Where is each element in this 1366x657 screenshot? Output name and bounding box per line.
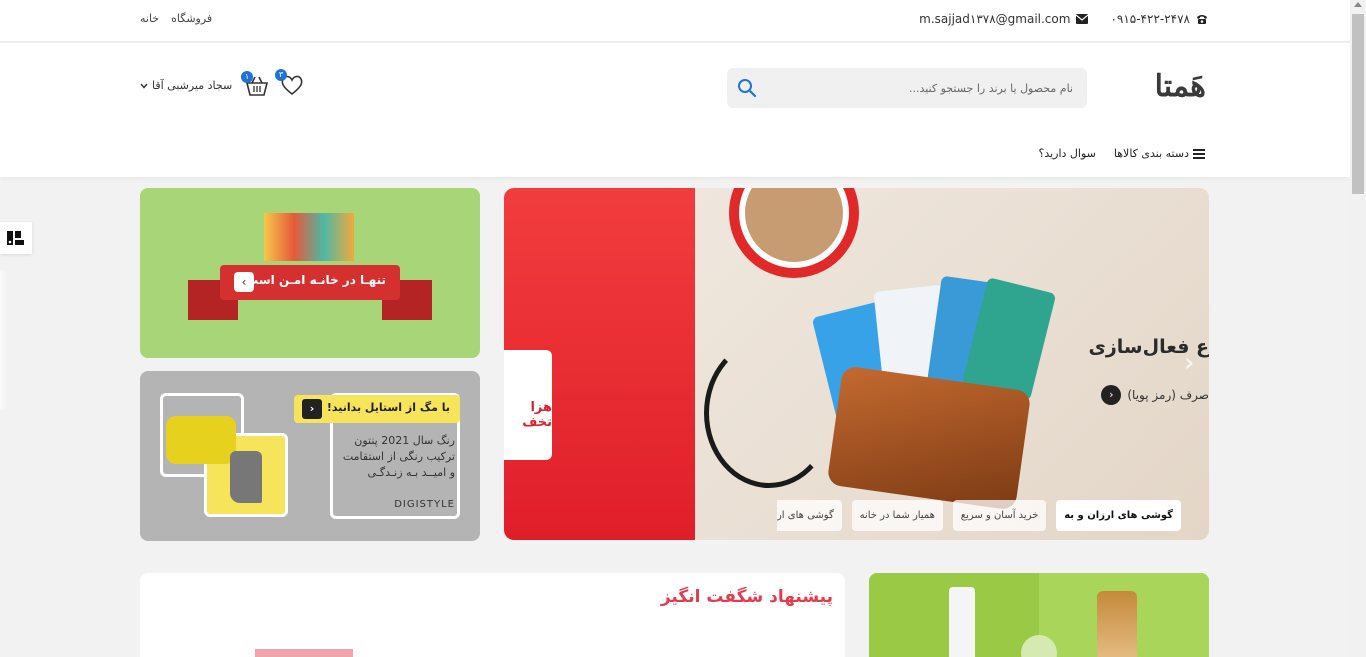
amazing-offer-section: پیشنهاد شگفت انگیز (140, 573, 845, 657)
nav-categories[interactable]: دسته بندی کالاها (1114, 147, 1205, 160)
search-box (727, 68, 1087, 108)
discount-ticket: هزا تخف (504, 350, 552, 460)
chevron-left-icon: ‹ (302, 399, 322, 419)
envelope-icon (1076, 14, 1089, 24)
phone-text: ۰۹۱۵-۴۲۲-۲۴۷۸ (1110, 12, 1190, 26)
top-bar: خانه فروشگاه m.sajjad۱۳۷۸@gmail.com ۰۹۱۵… (0, 0, 1350, 42)
banner2-line: ترکیب رنگی از استقامت (342, 450, 455, 463)
side-tool-button[interactable] (0, 222, 32, 254)
main-slider[interactable]: هزا تخف ع فعال‌سازی صرف (رمز پویا) ‹ ‹ ›… (504, 188, 1209, 540)
spray-bottle-image (949, 587, 975, 657)
phone-contact[interactable]: ۰۹۱۵-۴۲۲-۲۴۷۸ (1110, 12, 1208, 26)
cart-button[interactable]: ۱ (241, 71, 269, 97)
link-home[interactable]: خانه (140, 12, 159, 25)
email-contact[interactable]: m.sajjad۱۳۷۸@gmail.com (919, 12, 1089, 26)
scroll-up-arrow[interactable] (1354, 2, 1362, 7)
menu-icon (1193, 148, 1205, 159)
slider-tab[interactable]: گوشی های ارزان و به (1056, 500, 1181, 531)
banner-ribbon: تنهـا در خانـه امـن است! ‹ (220, 265, 400, 300)
offer-title: پیشنهاد شگفت انگیز (660, 587, 833, 607)
banner2-line: و امیــد بـه زنـدگـی (367, 466, 455, 479)
top-links: خانه فروشگاه (140, 12, 212, 25)
slide-subtitle-row: صرف (رمز پویا) ‹ (1101, 385, 1209, 405)
side-panel-edge (0, 270, 8, 410)
slide-go-button[interactable]: ‹ (1101, 385, 1122, 405)
ticket-text: هزا تخف (522, 400, 552, 430)
boot-image (230, 451, 262, 503)
nav-questions[interactable]: سوال دارید؟ (1039, 147, 1096, 160)
slider-prev-arrow[interactable]: ‹ (514, 348, 524, 378)
grocery-basket-image (264, 213, 354, 261)
slider-tab[interactable]: خرید آسان و سریع (952, 500, 1047, 531)
page-scrollbar[interactable] (1350, 0, 1366, 657)
promo-banner[interactable] (869, 573, 1209, 657)
cart-count-badge: ۱ (241, 71, 253, 83)
banner1-text: تنهـا در خانـه امـن است! (240, 273, 386, 287)
glasses-image (704, 338, 834, 488)
banner2-lines: رنگ سال 2021 پنتون ترکیب رنگی از استقامت… (343, 433, 455, 481)
slider-next-arrow[interactable]: › (1184, 348, 1194, 378)
handbag-image (166, 416, 236, 464)
palette-icon (7, 231, 24, 245)
banner2-tag: با مگ از استایل بدانید! ‹ (294, 395, 460, 423)
phone-icon (1197, 14, 1207, 24)
scrollbar-thumb[interactable] (1352, 14, 1364, 194)
slider-tabs: گوشی های ارزان و به خرید آسان و سریع همی… (777, 500, 1181, 532)
site-header: هَمتا سجاد میرشبی آقا ۱ ۳ دسته بندی کالا… (0, 43, 1350, 177)
link-shop[interactable]: فروشگاه (171, 12, 212, 25)
search-input[interactable] (783, 68, 1073, 108)
wishlist-button[interactable]: ۳ (275, 69, 305, 97)
slider-tab[interactable]: همیار شما در خانه (851, 500, 943, 531)
site-logo[interactable]: هَمتا (1128, 69, 1206, 109)
sunscreen-image (1097, 591, 1137, 657)
contact-info: m.sajjad۱۳۷۸@gmail.com ۰۹۱۵-۴۲۲-۲۴۷۸ (919, 12, 1208, 26)
main-nav: دسته بندی کالاها سوال دارید؟ (1039, 147, 1205, 160)
user-menu[interactable]: سجاد میرشبی آقا (140, 79, 232, 92)
nav-categories-label: دسته بندی کالاها (1113, 147, 1189, 160)
search-icon[interactable] (737, 78, 757, 98)
banner-digistyle[interactable]: با مگ از استایل بدانید! ‹ رنگ سال 2021 پ… (140, 371, 480, 541)
banner2-brand: DIGISTYLE (394, 499, 455, 510)
user-name: سجاد میرشبی آقا (152, 79, 233, 92)
slider-tab[interactable]: گوشی های ارزان و (777, 500, 842, 531)
chevron-down-icon (140, 83, 148, 89)
chevron-left-icon: ‹ (234, 272, 254, 292)
email-text: m.sajjad۱۳۷۸@gmail.com (919, 12, 1071, 26)
banner-home-safe[interactable]: تنهـا در خانـه امـن است! ‹ (140, 188, 480, 358)
slide-subtitle: صرف (رمز پویا) (1127, 388, 1209, 402)
banner2-line: رنگ سال 2021 پنتون (354, 434, 455, 447)
banner2-tag-text: با مگ از استایل بدانید! (326, 401, 450, 414)
offer-product-image[interactable] (255, 649, 353, 657)
wishlist-count-badge: ۳ (275, 69, 287, 81)
